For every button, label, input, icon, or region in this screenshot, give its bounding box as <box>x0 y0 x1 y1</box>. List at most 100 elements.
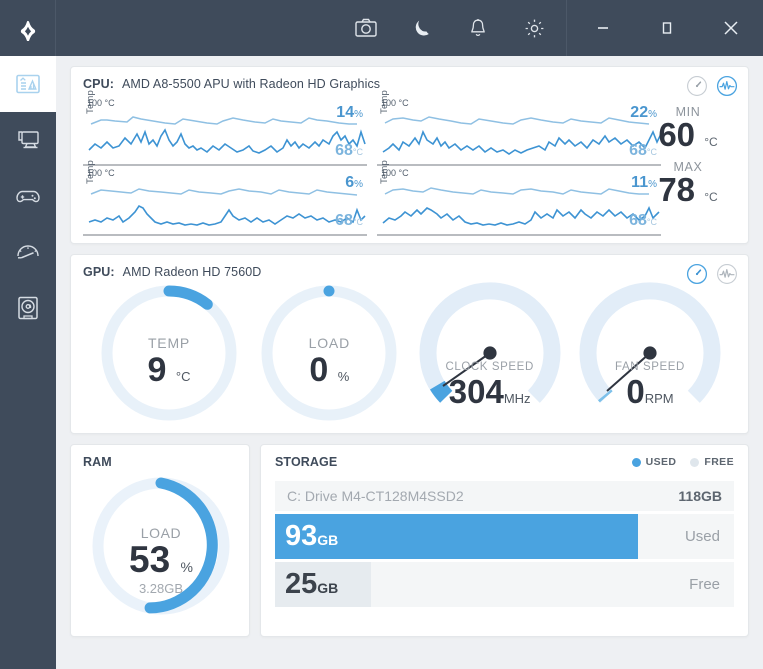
screenshot-button[interactable] <box>338 0 394 56</box>
monitor-icon <box>18 131 39 149</box>
storage-legend: USED FREE <box>631 456 734 468</box>
window-controls <box>571 0 763 56</box>
alerts-button[interactable] <box>450 0 506 56</box>
storage-free-row: 25GB Free <box>275 562 734 607</box>
cpu-max-value: 78 °C <box>658 171 718 209</box>
gpu-model: AMD Radeon HD 7560D <box>122 265 262 279</box>
cpu-core-chart: 100 °C Temp 14% 68°C <box>83 90 367 166</box>
gpu-temp-label: TEMP <box>147 335 191 351</box>
dashboard-report-icon <box>16 74 40 94</box>
ram-load-value: 53 % <box>129 539 193 580</box>
ram-panel: RAM LOAD 53 % 3.28GB <box>70 444 250 637</box>
cpu-core-load: 6% <box>345 174 363 191</box>
storage-used-bar: 93GB <box>275 514 638 559</box>
title-bar-tools <box>338 0 562 56</box>
gauge-view-icon[interactable] <box>686 75 708 97</box>
cpu-core-grid: 100 °C Temp 14% 68°C 100 °C Temp 22% 68°… <box>83 90 662 236</box>
minimize-icon <box>598 27 608 29</box>
gpu-clock-label: CLOCK SPEED <box>445 361 534 373</box>
moon-icon <box>415 20 429 36</box>
camera-icon <box>355 18 377 37</box>
cpu-label: CPU: <box>83 77 114 91</box>
app-logo-ring-icon <box>20 20 35 41</box>
storage-used-row: 93GB Used <box>275 514 734 559</box>
sidebar-item-dashboard[interactable] <box>0 56 56 112</box>
cpu-panel-tools <box>686 75 738 97</box>
close-icon <box>724 21 738 35</box>
cpu-core-chart: 100 °C Temp 6% 68°C <box>83 160 367 236</box>
gpu-gauges: TEMP 9 °C LOAD 0 % CLOCK SPEED 304MHz FA… <box>83 281 736 426</box>
legend-used: USED <box>631 456 677 468</box>
gpu-clock-value: 304MHz <box>448 373 531 410</box>
cpu-core-sparkline <box>88 188 366 226</box>
bell-icon <box>471 18 485 36</box>
storage-used-value: 93GB <box>285 520 339 552</box>
cpu-model: AMD A8-5500 APU with Radeon HD Graphics <box>121 77 381 91</box>
title-bar <box>0 0 763 56</box>
title-bar-drag-region[interactable] <box>56 0 338 56</box>
gpu-label: GPU: <box>83 265 115 279</box>
cpu-core-load: 14% <box>336 104 363 121</box>
sidebar-item-benchmark[interactable] <box>0 224 56 280</box>
close-button[interactable] <box>699 0 763 56</box>
cpu-core-chart: 100 °C Temp 11% 68°C <box>377 160 661 236</box>
app-logo <box>0 0 56 56</box>
storage-panel: STORAGE USED FREE C: Drive M4-CT128M4SSD… <box>260 444 749 637</box>
settings-button[interactable] <box>506 0 562 56</box>
sidebar-item-storage[interactable] <box>0 280 56 336</box>
cpu-minmax: MIN 60 °C MAX 78 °C <box>642 105 734 206</box>
gpu-load-gauge: LOAD 0 % <box>249 281 409 426</box>
cpu-core-chart: 100 °C Temp 22% 68°C <box>377 90 662 166</box>
gpu-fan-gauge: FAN SPEED 0RPM <box>570 281 730 426</box>
app-window: Snapfiles CPU:AMD A8-5500 APU with Radeo… <box>0 0 763 669</box>
storage-free-bar: 25GB <box>275 562 372 607</box>
gpu-fan-label: FAN SPEED <box>615 361 685 373</box>
storage-drive-size: 118GB <box>678 488 722 504</box>
cpu-core-temp: 68°C <box>335 142 363 159</box>
cpu-core-temp: 68°C <box>629 212 657 229</box>
ram-panel-title: RAM <box>83 455 112 469</box>
sidebar-item-desktop[interactable] <box>0 112 56 168</box>
gpu-panel-title: GPU: AMD Radeon HD 7560D <box>83 265 736 279</box>
gpu-clock-gauge: CLOCK SPEED 304MHz <box>410 281 570 426</box>
cpu-min-value: 60 °C <box>658 116 718 153</box>
main-content: Snapfiles CPU:AMD A8-5500 APU with Radeo… <box>56 56 763 669</box>
maximize-button[interactable] <box>635 0 699 56</box>
legend-free: FREE <box>690 456 734 468</box>
gpu-load-value: 0 % <box>309 351 350 389</box>
gear-icon <box>525 19 543 37</box>
ram-load-sub: 3.28GB <box>138 581 184 596</box>
cpu-core-sparkline <box>382 116 662 155</box>
legend-free-label: FREE <box>704 456 734 468</box>
sidebar-item-gaming[interactable] <box>0 168 56 224</box>
disk-drive-icon <box>18 296 38 320</box>
cpu-core-sparkline <box>88 116 366 154</box>
legend-used-label: USED <box>645 456 677 468</box>
cpu-core-temp: 68°C <box>335 212 363 229</box>
speedometer-icon <box>17 245 39 259</box>
sidebar <box>0 56 56 669</box>
maximize-icon <box>662 22 672 34</box>
gpu-temp-gauge: TEMP 9 °C <box>89 281 249 426</box>
storage-free-value: 25GB <box>285 568 339 600</box>
gpu-load-label: LOAD <box>308 335 350 351</box>
legend-used-dot <box>631 457 641 467</box>
gpu-fan-value: 0RPM <box>626 373 674 410</box>
gamepad-icon <box>16 190 40 203</box>
night-mode-button[interactable] <box>394 0 450 56</box>
storage-drive-header: C: Drive M4-CT128M4SSD2 118GB <box>275 481 734 511</box>
ram-load-gauge: LOAD 53 % 3.28GB <box>83 471 239 621</box>
storage-drive-name: C: Drive M4-CT128M4SSD2 <box>287 488 464 504</box>
gpu-temp-value: 9 °C <box>147 351 191 389</box>
bottom-row: RAM LOAD 53 % 3.28GB STORAGE USED FREE C… <box>70 444 749 637</box>
legend-free-dot <box>690 457 700 467</box>
toolbar-divider <box>566 0 567 56</box>
cpu-panel: CPU: AMD A8-5500 APU with Radeon HD Graph… <box>70 66 749 244</box>
gpu-panel: GPU: AMD Radeon HD 7560D TEMP 9 °C LOAD … <box>70 254 749 434</box>
cpu-core-sparkline <box>382 187 660 226</box>
minimize-button[interactable] <box>571 0 635 56</box>
storage-free-tag: Free <box>689 576 720 593</box>
cpu-panel-title: CPU: AMD A8-5500 APU with Radeon HD Graph… <box>83 77 736 91</box>
graph-view-icon[interactable] <box>716 75 738 97</box>
storage-used-tag: Used <box>684 528 720 545</box>
